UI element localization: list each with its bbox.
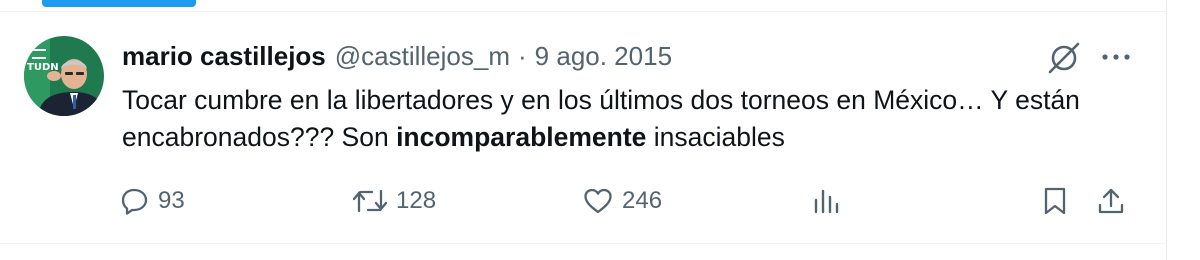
tweet-text-part2: insaciables [646, 122, 785, 152]
reply-icon [121, 188, 148, 215]
tweet-text-bold: incomparablemente [396, 122, 647, 152]
retweet-count: 128 [396, 187, 437, 214]
share-button[interactable] [1096, 184, 1126, 218]
more-icon [1102, 54, 1130, 60]
like-count: 246 [622, 187, 663, 214]
like-button[interactable]: 246 [582, 184, 662, 218]
author-handle[interactable]: @castillejos_m [335, 41, 510, 72]
tweet-text: Tocar cumbre en la libertadores y en los… [122, 82, 1132, 156]
header-separator: · [518, 40, 527, 71]
tweet-header: mario castillejos @castillejos_m · 9 ago… [122, 38, 672, 74]
active-tab-indicator [42, 0, 196, 7]
bottom-divider [0, 243, 1167, 244]
reply-count: 93 [158, 187, 185, 214]
share-icon [1098, 188, 1124, 214]
bookmark-button[interactable] [1040, 184, 1070, 218]
views-icon [814, 189, 839, 214]
retweet-button[interactable]: 128 [352, 184, 436, 218]
like-icon [584, 188, 612, 214]
avatar[interactable]: TUDN [24, 36, 104, 116]
avatar-image: TUDN [24, 36, 104, 116]
more-options-button[interactable] [1098, 42, 1134, 72]
grok-icon [1048, 42, 1080, 74]
grok-button[interactable] [1044, 38, 1084, 78]
top-divider [0, 11, 1167, 12]
bookmark-icon [1044, 187, 1066, 215]
timeline-right-border [1166, 0, 1167, 260]
views-button[interactable] [810, 184, 844, 218]
tweet-date[interactable]: 9 ago. 2015 [535, 41, 672, 72]
reply-button[interactable]: 93 [120, 184, 185, 218]
retweet-icon [352, 189, 388, 213]
author-name[interactable]: mario castillejos [122, 41, 326, 72]
